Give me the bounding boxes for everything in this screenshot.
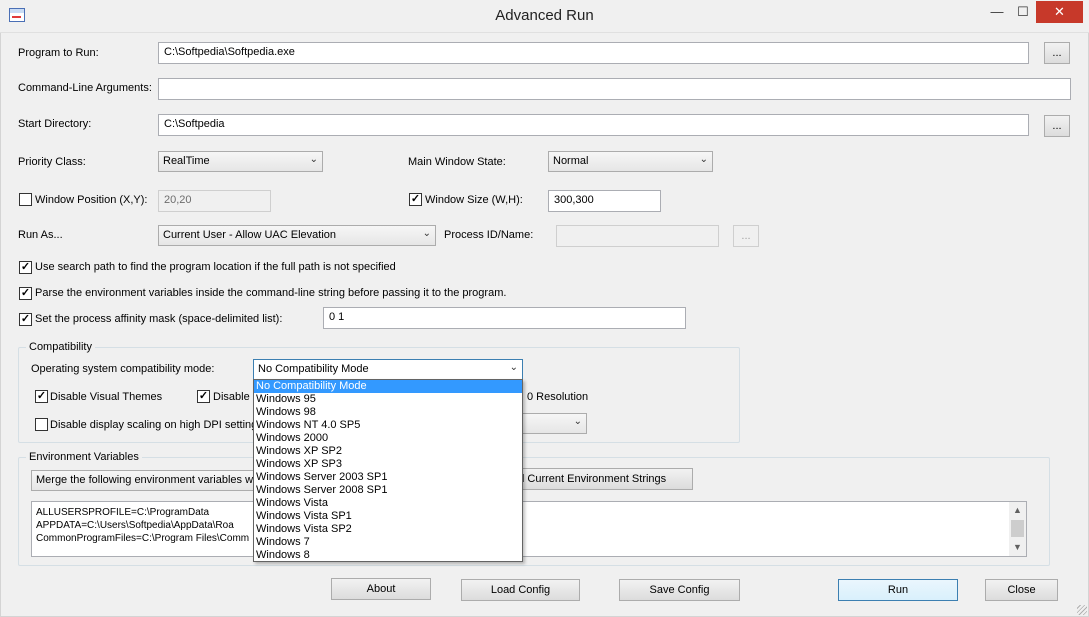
disable-composition-checkbox[interactable]: ✓ xyxy=(197,390,210,403)
parse-env-label: Parse the environment variables inside t… xyxy=(35,287,507,299)
dropdown-option[interactable]: No Compatibility Mode xyxy=(254,380,522,393)
priority-class-value: RealTime xyxy=(163,155,210,167)
fill-environment-button[interactable]: ill Current Environment Strings xyxy=(505,468,693,490)
affinity-label: Set the process affinity mask (space-del… xyxy=(35,313,283,325)
dropdown-option[interactable]: Windows Vista xyxy=(254,497,522,510)
disable-visual-themes-checkbox[interactable]: ✓ xyxy=(35,390,48,403)
compatibility-group-title: Compatibility xyxy=(26,341,95,353)
priority-class-select[interactable]: RealTime ⌄ xyxy=(158,151,323,172)
window-size-checkbox[interactable]: ✓ xyxy=(409,193,422,206)
disable-composition-label: Disable xyxy=(213,391,250,403)
process-browse-button[interactable]: ... xyxy=(733,225,759,247)
environment-textarea[interactable]: ALLUSERSPROFILE=C:\ProgramData APPDATA=C… xyxy=(31,501,1027,557)
load-config-button[interactable]: Load Config xyxy=(461,579,580,601)
disable-dpi-scaling-checkbox[interactable] xyxy=(35,418,48,431)
process-id-label: Process ID/Name: xyxy=(444,229,534,241)
main-window-state-select[interactable]: Normal ⌄ xyxy=(548,151,713,172)
environment-line: APPDATA=C:\Users\Softpedia\AppData\Roa xyxy=(36,520,234,531)
scroll-down-icon[interactable]: ▼ xyxy=(1009,539,1026,556)
environment-line: ALLUSERSPROFILE=C:\ProgramData xyxy=(36,507,210,518)
environment-mode-value: Merge the following environment variable… xyxy=(36,474,261,486)
scroll-thumb[interactable] xyxy=(1011,520,1024,537)
priority-class-label: Priority Class: xyxy=(18,156,86,168)
environment-scrollbar[interactable]: ▲ ▼ xyxy=(1009,502,1026,556)
minimize-button[interactable]: — xyxy=(984,1,1010,23)
chevron-down-icon: ⌄ xyxy=(509,362,518,373)
dropdown-option[interactable]: Windows Server 2003 SP1 xyxy=(254,471,522,484)
start-directory-input[interactable]: C:\Softpedia xyxy=(158,114,1029,136)
window-size-input[interactable]: 300,300 xyxy=(548,190,661,212)
os-compat-dropdown-list: No Compatibility Mode Windows 95 Windows… xyxy=(253,379,523,562)
program-to-run-input[interactable]: C:\Softpedia\Softpedia.exe xyxy=(158,42,1029,64)
dropdown-option[interactable]: Windows Server 2008 SP1 xyxy=(254,484,522,497)
window-position-input[interactable]: 20,20 xyxy=(158,190,271,212)
disable-visual-themes-label: Disable Visual Themes xyxy=(50,391,163,403)
dropdown-option[interactable]: Windows XP SP3 xyxy=(254,458,522,471)
run-button[interactable]: Run xyxy=(838,579,958,601)
chevron-down-icon: ⌄ xyxy=(699,154,708,165)
dropdown-option[interactable]: Windows 7 xyxy=(254,536,522,549)
environment-group-title: Environment Variables xyxy=(26,451,142,463)
dropdown-option[interactable]: Windows 2000 xyxy=(254,432,522,445)
os-compat-select[interactable]: No Compatibility Mode ⌄ xyxy=(253,359,523,380)
window-title: Advanced Run xyxy=(495,7,594,24)
dropdown-option[interactable]: Windows NT 4.0 SP5 xyxy=(254,419,522,432)
about-button[interactable]: About xyxy=(331,578,431,600)
window-size-label: Window Size (W,H): xyxy=(425,194,523,206)
run-as-label: Run As... xyxy=(18,229,63,241)
environment-mode-select[interactable]: Merge the following environment variable… xyxy=(31,470,261,491)
program-browse-button[interactable]: ... xyxy=(1044,42,1070,64)
command-line-input[interactable] xyxy=(158,78,1071,100)
close-button[interactable]: Close xyxy=(985,579,1058,601)
parse-env-checkbox[interactable]: ✓ xyxy=(19,287,32,300)
environment-line: CommonProgramFiles=C:\Program Files\Comm xyxy=(36,533,250,544)
command-line-label: Command-Line Arguments: xyxy=(18,82,152,94)
search-path-label: Use search path to find the program loca… xyxy=(35,261,396,273)
window-position-label: Window Position (X,Y): xyxy=(35,194,148,206)
dropdown-option[interactable]: Windows Vista SP2 xyxy=(254,523,522,536)
search-path-checkbox[interactable]: ✓ xyxy=(19,261,32,274)
main-window-state-value: Normal xyxy=(553,155,589,167)
run-as-select[interactable]: Current User - Allow UAC Elevation ⌄ xyxy=(158,225,436,246)
chevron-down-icon: ⌄ xyxy=(309,154,318,165)
scroll-up-icon[interactable]: ▲ xyxy=(1009,502,1026,519)
chevron-down-icon: ⌄ xyxy=(573,416,582,427)
resize-grip-icon[interactable] xyxy=(1077,605,1087,615)
window-position-checkbox[interactable] xyxy=(19,193,32,206)
color-mode-select[interactable]: ⌄ xyxy=(520,413,587,434)
main-window-state-label: Main Window State: xyxy=(408,156,506,168)
dropdown-option[interactable]: Windows 98 xyxy=(254,406,522,419)
maximize-button[interactable]: ☐ xyxy=(1010,1,1036,23)
dropdown-option[interactable]: Windows 95 xyxy=(254,393,522,406)
start-directory-browse-button[interactable]: ... xyxy=(1044,115,1070,137)
affinity-checkbox[interactable]: ✓ xyxy=(19,313,32,326)
resolution-label: 0 Resolution xyxy=(527,391,589,403)
start-directory-label: Start Directory: xyxy=(18,118,92,130)
save-config-button[interactable]: Save Config xyxy=(619,579,740,601)
chevron-down-icon: ⌄ xyxy=(422,228,431,239)
affinity-input[interactable]: 0 1 xyxy=(323,307,686,329)
os-compat-value: No Compatibility Mode xyxy=(258,363,369,375)
process-id-input[interactable] xyxy=(556,225,719,247)
run-as-value: Current User - Allow UAC Elevation xyxy=(163,229,337,241)
title-bar: Advanced Run — ☐ ✕ xyxy=(0,0,1089,33)
os-compat-label: Operating system compatibility mode: xyxy=(31,363,215,375)
dropdown-option[interactable]: Windows Vista SP1 xyxy=(254,510,522,523)
program-to-run-label: Program to Run: xyxy=(18,47,99,59)
dropdown-option[interactable]: Windows 8 xyxy=(254,549,522,561)
disable-dpi-scaling-label: Disable display scaling on high DPI sett… xyxy=(50,419,263,431)
dropdown-option[interactable]: Windows XP SP2 xyxy=(254,445,522,458)
window-close-button[interactable]: ✕ xyxy=(1036,1,1083,23)
